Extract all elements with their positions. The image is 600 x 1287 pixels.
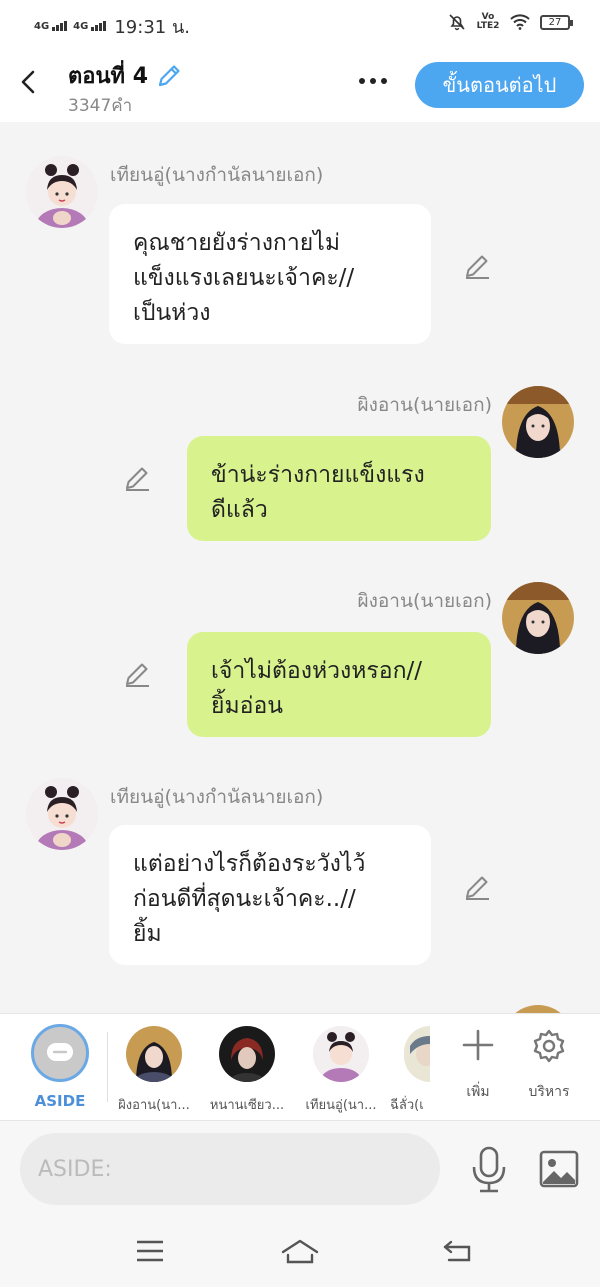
edit-pencil-icon[interactable]: [462, 251, 492, 281]
edit-pencil-icon[interactable]: [122, 463, 152, 493]
home-icon: [281, 1239, 319, 1264]
message-line: ดีแล้ว: [211, 497, 268, 523]
battery-indicator: 27: [540, 14, 573, 30]
divider: [107, 1032, 108, 1102]
message-bubble[interactable]: แต่อย่างไรก็ต้องระวังไว้ ก่อนดีที่สุดนะเ…: [109, 825, 431, 965]
avatar-pingan[interactable]: [502, 386, 574, 458]
character-tianwu[interactable]: [313, 1026, 369, 1082]
top-header: ตอนที่ 4 3347คำ ขั้นตอนต่อไป: [0, 46, 600, 122]
speaker-name: ผิงอาน(นายเอก): [357, 394, 492, 416]
chevron-left-icon: [21, 70, 35, 94]
speaker-name: ผิงอาน(นายเอก): [357, 590, 492, 612]
message-line: ก่อนดีที่สุดนะเจ้าคะ..//: [133, 886, 356, 912]
character-label: ฉีลั่ว(เ: [390, 1098, 424, 1113]
message-line: คุณชายยังร่างกายไม่: [133, 230, 340, 256]
recent-apps-button[interactable]: [130, 1233, 170, 1269]
avatar-tianwu[interactable]: [26, 778, 98, 850]
speaker-name: เทียนอู่(นางกำนัลนายเอก): [110, 164, 324, 186]
character-nanxiao[interactable]: [219, 1026, 275, 1082]
edit-pencil-icon[interactable]: [122, 659, 152, 689]
avatar-tianwu[interactable]: [26, 156, 98, 228]
episode-title-text: ตอนที่ 4: [68, 64, 149, 89]
message-line: เป็นห่วง: [133, 300, 211, 326]
clock: 19:31 น.: [114, 17, 190, 38]
avatar-pingan[interactable]: [502, 582, 574, 654]
character-pingan[interactable]: [126, 1026, 182, 1082]
manage-characters-button[interactable]: [521, 1028, 577, 1068]
character-bar: ASIDE ผิงอาน(นา... หนานเซียว... เทียนอู่…: [0, 1013, 600, 1121]
status-bar: 4G 4G 19:31 น. Vo LTE2 27: [0, 0, 600, 46]
word-count: 3347คำ: [68, 96, 133, 116]
character-qiluo[interactable]: [404, 1026, 430, 1082]
image-icon[interactable]: [538, 1149, 580, 1189]
message-line: ยิ้มอ่อน: [211, 693, 283, 719]
wifi-icon: [510, 14, 530, 30]
system-nav-bar: [0, 1219, 600, 1287]
character-label: เทียนอู่(นา...: [305, 1098, 377, 1113]
message-bubble[interactable]: ข้าน่ะร่างกายแข็งแรง ดีแล้ว: [187, 436, 491, 541]
message-icon: [47, 1043, 73, 1061]
message-input[interactable]: [20, 1133, 440, 1205]
volte-indicator: Vo LTE2: [476, 12, 500, 31]
mute-bell-icon: [449, 14, 465, 31]
aside-label: ASIDE: [34, 1092, 86, 1110]
message-line: แข็งแรงเลยนะเจ้าคะ//: [133, 265, 355, 291]
message-bubble[interactable]: เจ้าไม่ต้องห่วงหรอก// ยิ้มอ่อน: [187, 632, 491, 737]
more-options-button[interactable]: [352, 66, 394, 96]
message-line: แต่อย่างไรก็ต้องระวังไว้: [133, 851, 366, 877]
signal-2-indicator: 4G: [73, 21, 107, 32]
aside-button[interactable]: [31, 1024, 89, 1082]
message-line: ยิ้ม: [133, 921, 162, 947]
character-label: ผิงอาน(นา...: [118, 1098, 190, 1113]
gear-icon: [533, 1029, 565, 1063]
plus-icon: [462, 1029, 494, 1061]
return-icon: [443, 1240, 471, 1262]
message-bubble[interactable]: คุณชายยังร่างกายไม่ แข็งแรงเลยนะเจ้าคะ//…: [109, 204, 431, 344]
menu-icon: [137, 1240, 163, 1262]
avatar-pingan[interactable]: [502, 1005, 574, 1013]
back-nav-button[interactable]: [437, 1233, 477, 1269]
chat-area[interactable]: เทียนอู่(นางกำนัลนายเอก) คุณชายยังร่างกา…: [0, 122, 600, 1013]
composer: [0, 1121, 600, 1219]
microphone-icon[interactable]: [468, 1145, 510, 1195]
pencil-icon[interactable]: [156, 63, 182, 89]
character-label: หนานเซียว...: [209, 1098, 285, 1113]
episode-title[interactable]: ตอนที่ 4: [68, 58, 182, 93]
add-character-button[interactable]: [450, 1028, 506, 1066]
message-line: ข้าน่ะร่างกายแข็งแรง: [211, 462, 425, 488]
manage-label: บริหาร: [528, 1084, 570, 1100]
next-step-button[interactable]: ขั้นตอนต่อไป: [415, 62, 584, 108]
edit-pencil-icon[interactable]: [462, 872, 492, 902]
add-character-label: เพิ่ม: [466, 1084, 490, 1100]
back-button[interactable]: [14, 64, 42, 100]
speaker-name: เทียนอู่(นางกำนัลนายเอก): [110, 786, 324, 808]
home-button[interactable]: [280, 1233, 320, 1269]
message-line: เจ้าไม่ต้องห่วงหรอก//: [211, 658, 423, 684]
signal-1-indicator: 4G: [34, 21, 68, 32]
